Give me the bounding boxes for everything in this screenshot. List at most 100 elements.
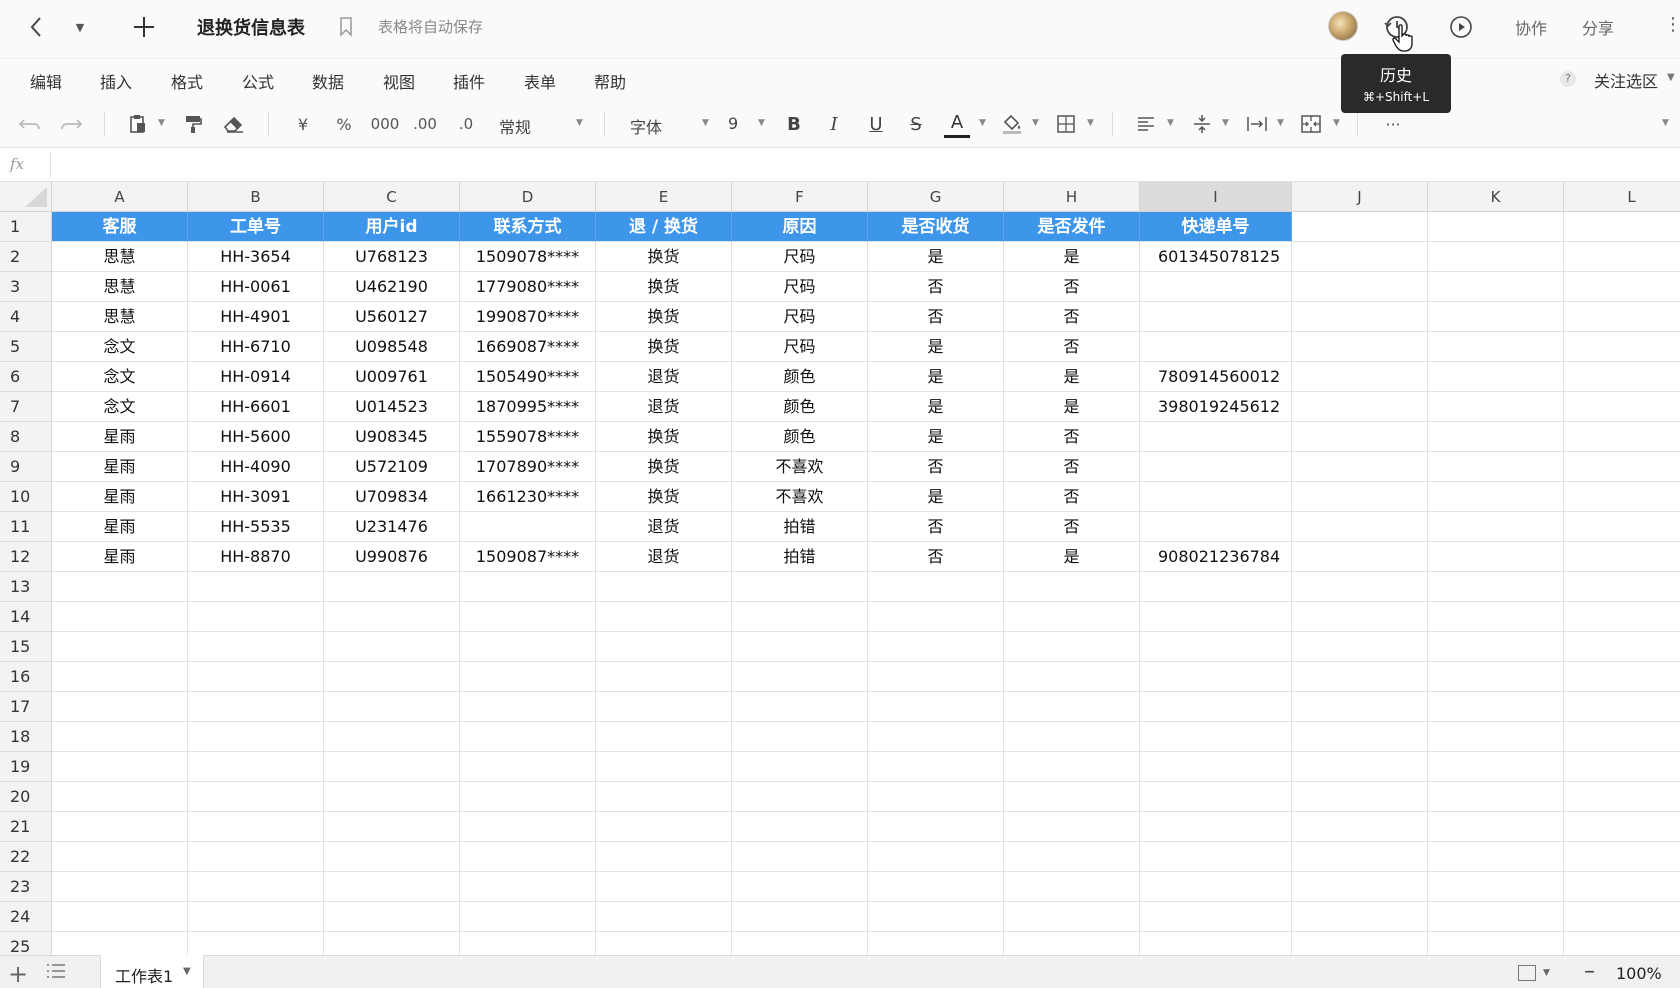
empty-cell[interactable] xyxy=(1564,332,1680,362)
table-cell[interactable]: 1990870**** xyxy=(460,302,596,332)
help-icon[interactable]: ? xyxy=(1560,71,1576,87)
row-header[interactable]: 15 xyxy=(0,632,52,662)
table-cell[interactable]: 1707890**** xyxy=(460,452,596,482)
currency-button[interactable]: ¥ xyxy=(292,110,314,138)
column-header[interactable]: K xyxy=(1428,182,1564,212)
table-cell[interactable]: 1559078**** xyxy=(460,422,596,452)
empty-cell[interactable] xyxy=(1004,902,1140,932)
empty-cell[interactable] xyxy=(1292,482,1428,512)
table-cell[interactable]: 是 xyxy=(1004,242,1140,272)
empty-cell[interactable] xyxy=(460,812,596,842)
select-all-corner[interactable] xyxy=(0,182,52,212)
empty-cell[interactable] xyxy=(460,722,596,752)
empty-cell[interactable] xyxy=(188,812,324,842)
empty-cell[interactable] xyxy=(1140,902,1292,932)
table-cell[interactable]: 换货 xyxy=(596,332,732,362)
sheet-tab[interactable]: 工作表1 ▼ xyxy=(100,955,204,988)
empty-cell[interactable] xyxy=(1428,362,1564,392)
empty-cell[interactable] xyxy=(596,722,732,752)
empty-cell[interactable] xyxy=(1292,272,1428,302)
table-cell[interactable]: 是 xyxy=(868,362,1004,392)
empty-cell[interactable] xyxy=(324,932,460,955)
empty-cell[interactable] xyxy=(324,812,460,842)
empty-cell[interactable] xyxy=(324,632,460,662)
empty-cell[interactable] xyxy=(732,872,868,902)
empty-cell[interactable] xyxy=(1140,932,1292,955)
empty-cell[interactable] xyxy=(1564,392,1680,422)
empty-cell[interactable] xyxy=(1428,542,1564,572)
empty-cell[interactable] xyxy=(1428,692,1564,722)
empty-cell[interactable] xyxy=(1292,332,1428,362)
table-cell[interactable]: 拍错 xyxy=(732,512,868,542)
empty-cell[interactable] xyxy=(1292,722,1428,752)
empty-cell[interactable] xyxy=(1428,422,1564,452)
table-cell[interactable]: 不喜欢 xyxy=(732,452,868,482)
header-cell[interactable]: 退 / 换货 xyxy=(596,212,732,242)
empty-cell[interactable] xyxy=(868,812,1004,842)
column-header[interactable]: B xyxy=(188,182,324,212)
empty-cell[interactable] xyxy=(1292,602,1428,632)
strikethrough-button[interactable]: S xyxy=(904,110,928,138)
menu-view[interactable]: 视图 xyxy=(383,69,415,93)
table-cell[interactable] xyxy=(1140,302,1292,332)
empty-cell[interactable] xyxy=(732,692,868,722)
empty-cell[interactable] xyxy=(1564,242,1680,272)
align-left-icon[interactable] xyxy=(1134,110,1158,138)
table-cell[interactable]: 否 xyxy=(868,512,1004,542)
avatar[interactable] xyxy=(1328,11,1358,41)
row-header[interactable]: 19 xyxy=(0,752,52,782)
empty-cell[interactable] xyxy=(188,842,324,872)
table-cell[interactable]: 颜色 xyxy=(732,362,868,392)
empty-cell[interactable] xyxy=(1428,722,1564,752)
table-cell[interactable]: 尺码 xyxy=(732,302,868,332)
empty-cell[interactable] xyxy=(324,692,460,722)
empty-cell[interactable] xyxy=(1292,662,1428,692)
table-cell[interactable]: U768123 xyxy=(324,242,460,272)
chevron-down-icon[interactable]: ▼ xyxy=(758,118,765,128)
empty-cell[interactable] xyxy=(460,632,596,662)
table-cell[interactable]: 思慧 xyxy=(52,302,188,332)
column-header[interactable]: C xyxy=(324,182,460,212)
chevron-down-icon[interactable]: ▼ xyxy=(1667,72,1675,83)
table-cell[interactable]: 是 xyxy=(868,392,1004,422)
chevron-down-icon[interactable]: ▼ xyxy=(576,118,583,128)
menu-help[interactable]: 帮助 xyxy=(594,69,626,93)
empty-cell[interactable] xyxy=(1292,692,1428,722)
empty-cell[interactable] xyxy=(1140,872,1292,902)
empty-cell[interactable] xyxy=(1428,932,1564,955)
column-header[interactable]: D xyxy=(460,182,596,212)
empty-cell[interactable] xyxy=(1292,812,1428,842)
empty-cell[interactable] xyxy=(188,932,324,955)
empty-cell[interactable] xyxy=(1140,662,1292,692)
empty-cell[interactable] xyxy=(1004,872,1140,902)
menu-insert[interactable]: 插入 xyxy=(100,69,132,93)
column-header[interactable]: F xyxy=(732,182,868,212)
empty-cell[interactable] xyxy=(1428,482,1564,512)
column-header[interactable]: J xyxy=(1292,182,1428,212)
table-cell[interactable]: 颜色 xyxy=(732,422,868,452)
empty-cell[interactable] xyxy=(868,782,1004,812)
empty-cell[interactable] xyxy=(596,752,732,782)
empty-cell[interactable] xyxy=(1140,782,1292,812)
table-cell[interactable]: 拍错 xyxy=(732,542,868,572)
header-cell[interactable]: 联系方式 xyxy=(460,212,596,242)
empty-cell[interactable] xyxy=(52,872,188,902)
empty-cell[interactable] xyxy=(1428,662,1564,692)
bold-button[interactable]: B xyxy=(782,110,806,138)
row-header[interactable]: 11 xyxy=(0,512,52,542)
empty-cell[interactable] xyxy=(324,902,460,932)
chevron-down-icon[interactable]: ▼ xyxy=(979,118,986,128)
empty-cell[interactable] xyxy=(1564,512,1680,542)
table-cell[interactable]: U014523 xyxy=(324,392,460,422)
row-header[interactable]: 7 xyxy=(0,392,52,422)
row-header[interactable]: 12 xyxy=(0,542,52,572)
chevron-down-icon[interactable]: ▼ xyxy=(183,966,191,977)
empty-cell[interactable] xyxy=(1140,602,1292,632)
empty-cell[interactable] xyxy=(1004,932,1140,955)
table-cell[interactable]: 退货 xyxy=(596,512,732,542)
empty-cell[interactable] xyxy=(324,662,460,692)
empty-cell[interactable] xyxy=(1564,722,1680,752)
focus-selection-button[interactable]: 关注选区 xyxy=(1594,68,1658,92)
percent-button[interactable]: % xyxy=(333,110,355,138)
table-cell[interactable]: 601345078125 xyxy=(1140,242,1292,272)
